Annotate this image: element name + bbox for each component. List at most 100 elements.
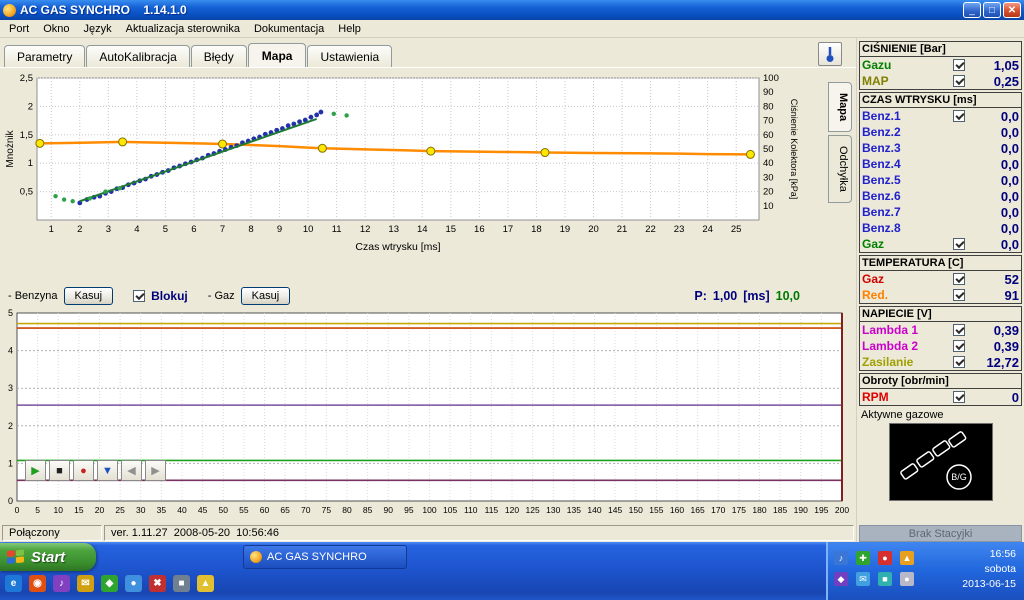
menu-item[interactable]: Język: [76, 22, 118, 36]
telemetry-label: Benz.2: [862, 125, 901, 139]
telemetry-checkbox[interactable]: [953, 340, 965, 352]
telemetry-panel: CIŚNIENIE [Bar] Gazu 1,05 MAP 0,25 CZAS …: [856, 38, 1024, 542]
scope-control-button[interactable]: ▼: [97, 460, 118, 481]
app-icon: [250, 551, 262, 563]
menu-item[interactable]: Dokumentacja: [247, 22, 331, 36]
quick-launch-icon[interactable]: e: [5, 575, 22, 592]
tray-icon[interactable]: ▲: [900, 551, 914, 565]
scope-control-button[interactable]: ◀: [121, 460, 142, 481]
quick-launch-icon[interactable]: ◆: [101, 575, 118, 592]
tab-ustawienia[interactable]: Ustawienia: [307, 45, 393, 67]
telemetry-checkbox[interactable]: [953, 289, 965, 301]
telemetry-value: 0,0: [1000, 140, 1019, 156]
minimize-button[interactable]: _: [963, 2, 981, 18]
telemetry-checkbox[interactable]: [953, 324, 965, 336]
telemetry-row: Benz.2 0,0: [860, 124, 1021, 140]
tray-icon[interactable]: ✉: [856, 572, 870, 586]
tray-icon[interactable]: ◆: [834, 572, 848, 586]
quick-launch: e ◉ ♪ ✉ ◆ ● ✖ ■ ▲: [5, 575, 214, 592]
tray-icon[interactable]: ●: [900, 572, 914, 586]
svg-text:23: 23: [674, 224, 685, 235]
menu-item[interactable]: Help: [331, 22, 368, 36]
status-bar: Połączony ver. 1.11.27 2008-05-20 10:56:…: [0, 524, 856, 542]
quick-launch-icon[interactable]: ✖: [149, 575, 166, 592]
tab-autokalibracja[interactable]: AutoKalibracja: [86, 45, 190, 67]
svg-text:60: 60: [260, 505, 270, 515]
svg-text:21: 21: [617, 224, 628, 235]
app-icon: [3, 3, 16, 17]
svg-text:Ciśnienie Kolektora [kPa]: Ciśnienie Kolektora [kPa]: [789, 99, 799, 200]
svg-text:175: 175: [732, 505, 746, 515]
telemetry-row: Red. 91: [860, 287, 1021, 303]
telemetry-value: 0,0: [1000, 108, 1019, 124]
svg-text:4: 4: [134, 224, 139, 235]
section-header: Obroty [obr/min]: [860, 374, 1021, 389]
quick-launch-icon[interactable]: ■: [173, 575, 190, 592]
maximize-button[interactable]: □: [983, 2, 1001, 18]
close-button[interactable]: ✕: [1003, 2, 1021, 18]
side-tab-mapa[interactable]: Mapa: [828, 82, 852, 133]
telemetry-value: 0,0: [1000, 124, 1019, 140]
pressure-section: CIŚNIENIE [Bar] Gazu 1,05 MAP 0,25: [859, 41, 1022, 90]
telemetry-label: MAP: [862, 74, 889, 88]
svg-text:9: 9: [277, 224, 282, 235]
scope-control-button[interactable]: ▶: [25, 460, 46, 481]
taskbar-app-label: AC GAS SYNCHRO: [267, 551, 367, 563]
telemetry-checkbox[interactable]: [953, 391, 965, 403]
map-chart[interactable]: 1 2 3 4 5 6 7 8 9 10 11 12 13 14 15 16 17 18 19 20 21 22 23 24 2…: [3, 70, 803, 274]
menu-item[interactable]: Okno: [36, 22, 76, 36]
svg-text:20: 20: [95, 505, 105, 515]
tab-parametry[interactable]: Parametry: [4, 45, 86, 67]
svg-text:160: 160: [670, 505, 684, 515]
menu-item[interactable]: Port: [2, 22, 36, 36]
svg-text:8: 8: [248, 224, 253, 235]
svg-text:7: 7: [220, 224, 225, 235]
svg-text:170: 170: [711, 505, 725, 515]
taskbar-app-button[interactable]: AC GAS SYNCHRO: [243, 545, 407, 569]
telemetry-checkbox[interactable]: [953, 59, 965, 71]
quick-launch-icon[interactable]: ●: [125, 575, 142, 592]
kasuj-gaz-button[interactable]: Kasuj: [240, 287, 291, 305]
tab-bledy[interactable]: Błędy: [190, 45, 247, 67]
telemetry-row: Benz.5 0,0: [860, 172, 1021, 188]
menu-item[interactable]: Aktualizacja sterownika: [119, 22, 247, 36]
start-button[interactable]: Start: [0, 543, 96, 571]
telemetry-label: Benz.1: [862, 109, 901, 123]
quick-launch-icon[interactable]: ♪: [53, 575, 70, 592]
scope-control-button[interactable]: ●: [73, 460, 94, 481]
quick-launch-icon[interactable]: ✉: [77, 575, 94, 592]
tray-icon[interactable]: ●: [878, 551, 892, 565]
telemetry-checkbox[interactable]: [953, 110, 965, 122]
tab-mapa[interactable]: Mapa: [247, 43, 307, 67]
telemetry-checkbox[interactable]: [953, 273, 965, 285]
svg-text:115: 115: [485, 505, 499, 515]
telemetry-checkbox[interactable]: [953, 75, 965, 87]
quick-launch-icon[interactable]: ◉: [29, 575, 46, 592]
taskbar: Start AC GAS SYNCHRO e ◉ ♪ ✉ ◆ ● ✖ ■ ▲ ♪…: [0, 542, 1024, 600]
tray-icon[interactable]: ♪: [834, 551, 848, 565]
diagnostics-icon-button[interactable]: [818, 42, 842, 66]
blokuj-checkbox[interactable]: [133, 290, 146, 302]
svg-text:5: 5: [163, 224, 168, 235]
scope-control-button[interactable]: ■: [49, 460, 70, 481]
svg-text:12: 12: [360, 224, 371, 235]
telemetry-value: 0,25: [993, 73, 1019, 89]
telemetry-value: 0: [1011, 389, 1019, 405]
tray-icon[interactable]: ✚: [856, 551, 870, 565]
kasuj-benzyna-button[interactable]: Kasuj: [63, 287, 114, 305]
svg-text:14: 14: [417, 224, 428, 235]
scope-control-button[interactable]: ▶: [145, 460, 166, 481]
svg-text:15: 15: [446, 224, 457, 235]
tray-icon[interactable]: ■: [878, 572, 892, 586]
side-tab-odchylka[interactable]: Odchyłka: [828, 135, 852, 203]
telemetry-checkbox[interactable]: [953, 356, 965, 368]
window-title: AC GAS SYNCHRO 1.14.1.0: [20, 3, 187, 17]
svg-text:150: 150: [629, 505, 643, 515]
telemetry-label: Benz.6: [862, 189, 901, 203]
svg-text:75: 75: [322, 505, 332, 515]
svg-text:24: 24: [702, 224, 713, 235]
quick-launch-icon[interactable]: ▲: [197, 575, 214, 592]
telemetry-value: 1,05: [993, 57, 1019, 73]
telemetry-label: Gaz: [862, 237, 885, 251]
telemetry-checkbox[interactable]: [953, 238, 965, 250]
